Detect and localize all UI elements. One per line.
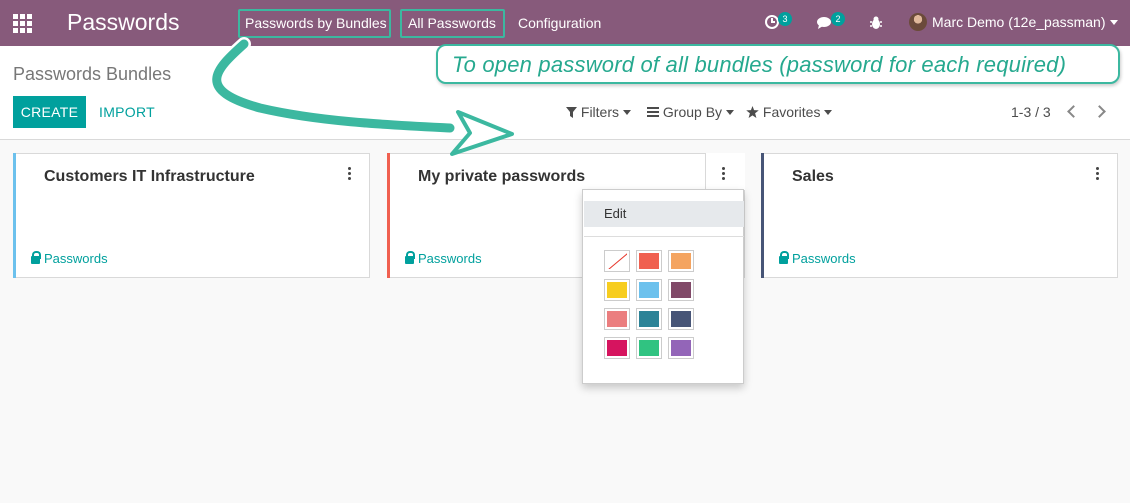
user-name: Marc Demo (12e_passman) <box>932 14 1106 30</box>
messages-count-badge: 2 <box>831 12 845 26</box>
color-swatch-none[interactable] <box>604 250 630 272</box>
caret-down-icon <box>726 110 735 115</box>
filters-label: Filters <box>580 104 620 120</box>
pager-previous-button[interactable] <box>1063 101 1083 123</box>
color-swatch[interactable] <box>604 279 630 301</box>
kanban-card-sales[interactable]: Sales Passwords <box>761 153 1118 278</box>
color-swatch[interactable] <box>668 250 694 272</box>
color-swatch[interactable] <box>668 308 694 330</box>
bars-icon <box>647 107 659 117</box>
menu-passwords-by-bundles[interactable]: Passwords by Bundles <box>245 15 387 31</box>
create-button[interactable]: CREATE <box>13 96 86 128</box>
menu-configuration[interactable]: Configuration <box>518 15 601 31</box>
color-swatch[interactable] <box>604 308 630 330</box>
filters-dropdown[interactable]: Filters <box>566 104 632 120</box>
filter-icon <box>566 107 577 118</box>
card-menu-kebab-icon[interactable] <box>719 167 729 183</box>
card-passwords-link[interactable]: Passwords <box>405 251 482 266</box>
card-title: Sales <box>792 168 834 185</box>
favorites-label: Favorites <box>762 104 821 120</box>
card-options-dropdown: Edit <box>582 189 744 384</box>
activity-count-badge: 3 <box>778 12 792 26</box>
card-menu-kebab-icon[interactable] <box>345 167 355 183</box>
avatar <box>909 13 927 31</box>
star-icon <box>746 106 759 118</box>
divider <box>584 236 744 237</box>
edit-menu-item[interactable]: Edit <box>584 201 744 227</box>
card-title: My private passwords <box>418 168 586 185</box>
app-title: Passwords <box>67 9 180 35</box>
card-color-bar <box>13 153 16 278</box>
chevron-right-icon <box>1093 105 1106 118</box>
card-link-label: Passwords <box>44 251 108 266</box>
color-swatch[interactable] <box>668 337 694 359</box>
color-swatch[interactable] <box>636 308 662 330</box>
user-menu[interactable]: Marc Demo (12e_passman) <box>909 13 1118 31</box>
menu-all-passwords[interactable]: All Passwords <box>408 15 496 31</box>
apps-grid-icon[interactable] <box>13 14 32 33</box>
chevron-left-icon <box>1067 105 1080 118</box>
lock-icon <box>405 251 415 264</box>
pager-next-button[interactable] <box>1092 101 1112 123</box>
card-title: Customers IT Infrastructure <box>44 168 255 185</box>
annotation-callout: To open password of all bundles (passwor… <box>436 44 1120 84</box>
color-swatch[interactable] <box>636 279 662 301</box>
groupby-dropdown[interactable]: Group By <box>647 104 735 120</box>
card-link-label: Passwords <box>792 251 856 266</box>
caret-down-icon <box>623 110 632 115</box>
caret-down-icon <box>824 110 833 115</box>
kanban-card-customers[interactable]: Customers IT Infrastructure Passwords <box>13 153 370 278</box>
breadcrumb: Passwords Bundles <box>13 64 172 84</box>
pager-value[interactable]: 1-3 / 3 <box>1011 104 1051 120</box>
lock-icon <box>31 251 41 264</box>
card-passwords-link[interactable]: Passwords <box>779 251 856 266</box>
card-color-bar <box>761 153 764 278</box>
lock-icon <box>779 251 789 264</box>
card-passwords-link[interactable]: Passwords <box>31 251 108 266</box>
color-swatch[interactable] <box>604 337 630 359</box>
card-color-bar <box>387 153 390 278</box>
color-swatch[interactable] <box>636 337 662 359</box>
card-link-label: Passwords <box>418 251 482 266</box>
color-swatch[interactable] <box>668 279 694 301</box>
top-navbar: Passwords Passwords by Bundles All Passw… <box>0 0 1130 46</box>
caret-down-icon <box>1109 20 1118 25</box>
groupby-label: Group By <box>662 104 723 120</box>
card-menu-kebab-icon[interactable] <box>1093 167 1103 183</box>
color-swatch[interactable] <box>636 250 662 272</box>
bug-icon <box>870 16 882 29</box>
annotation-text: To open password of all bundles (passwor… <box>452 52 1067 77</box>
import-button[interactable]: IMPORT <box>99 96 155 128</box>
favorites-dropdown[interactable]: Favorites <box>746 104 833 120</box>
